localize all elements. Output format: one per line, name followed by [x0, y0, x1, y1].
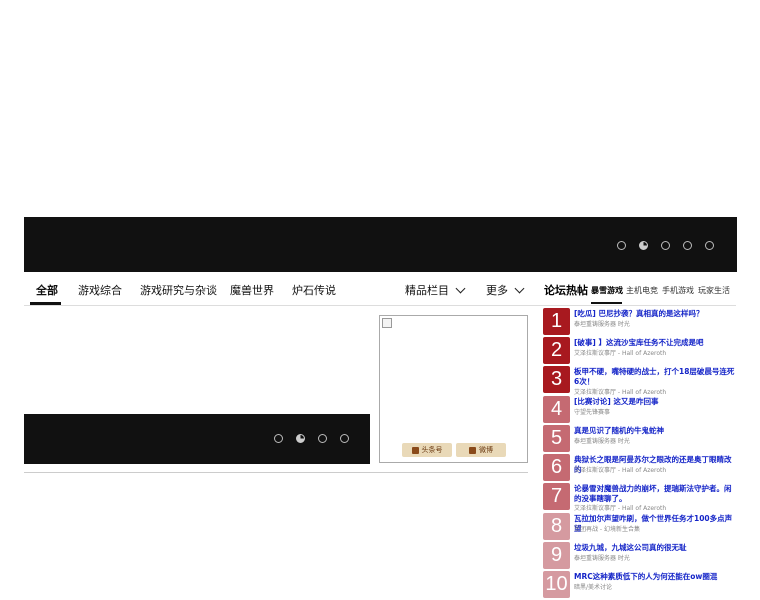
promo-box: 头条号 微博: [379, 315, 528, 463]
tab-blizzard-games[interactable]: 暴雪游戏: [591, 285, 623, 296]
forum-post[interactable]: 9 垃圾九城，九城这公司真的很无耻 泰坦重铸服务器 时光: [543, 542, 737, 570]
post-source: 艾泽拉斯议事厅 - Hall of Azeroth: [574, 350, 667, 357]
banner-dot[interactable]: [617, 241, 626, 250]
forum-post[interactable]: 2 [破事] 】这流沙宝库任务不让完成是吧 艾泽拉斯议事厅 - Hall of …: [543, 337, 737, 365]
weibo-icon: [469, 446, 476, 454]
post-title[interactable]: [比赛讨论] 这又是咋回事: [574, 397, 737, 407]
tab-mobile-games[interactable]: 手机游戏: [662, 285, 694, 296]
top-banner[interactable]: [24, 217, 737, 272]
post-source: 泰坦重铸服务器 时光: [574, 438, 630, 445]
tab-console-esports[interactable]: 主机电竞: [626, 285, 658, 296]
slider-dot[interactable]: [274, 434, 283, 443]
chevron-down-icon: [455, 283, 466, 294]
rank-badge: 2: [543, 337, 570, 364]
post-source: 艾泽拉斯议事厅 - Hall of Azeroth: [574, 505, 667, 512]
post-title[interactable]: 板甲不硬，嘴特硬的战士，打个18层破晨号连死6次！: [574, 367, 737, 387]
tab-all[interactable]: 全部: [36, 282, 58, 298]
rank-badge: 5: [543, 425, 570, 452]
forum-post[interactable]: 5 真是见识了随机的牛鬼蛇神 泰坦重铸服务器 时光: [543, 425, 737, 453]
banner-dot[interactable]: [683, 241, 692, 250]
rank-badge: 1: [543, 308, 570, 335]
forum-post[interactable]: 3 板甲不硬，嘴特硬的战士，打个18层破晨号连死6次！ 艾泽拉斯议事厅 - Ha…: [543, 366, 737, 396]
rank-badge: 8: [543, 513, 570, 540]
forum-header: 论坛热帖 暴雪游戏 主机电竞 手机游戏 玩家生活: [540, 272, 736, 306]
weibo-label: 微博: [479, 446, 493, 454]
featured-dropdown[interactable]: 精品栏目: [405, 282, 466, 298]
forum-post[interactable]: 7 论暴雪对魔兽战力的崩坏，提瑞斯法守护者。闲的没事瞎聊了。 艾泽拉斯议事厅 -…: [543, 483, 737, 512]
rank-badge: 10: [543, 571, 570, 598]
rank-badge: 6: [543, 454, 570, 481]
forum-title: 论坛热帖: [544, 284, 588, 297]
content-slider[interactable]: [24, 414, 370, 464]
tab-hearthstone[interactable]: 炉石传说: [292, 282, 336, 298]
rank-badge: 9: [543, 542, 570, 569]
forum-post[interactable]: 10 MRC这种素质低下的人为何还能在ow圈混 暗黑/美术讨论: [543, 571, 737, 599]
rank-badge: 3: [543, 366, 570, 393]
post-source: 军团再战 - 幻境新生合集: [574, 526, 640, 533]
category-nav: 全部 游戏综合 游戏研究与杂谈 魔兽世界 炉石传说 精品栏目 更多: [24, 272, 540, 306]
tab-player-life[interactable]: 玩家生活: [698, 285, 730, 296]
post-source: 守望先锋赛事: [574, 409, 611, 416]
rank-badge: 4: [543, 396, 570, 423]
post-title[interactable]: 论暴雪对魔兽战力的崩坏，提瑞斯法守护者。闲的没事瞎聊了。: [574, 484, 737, 504]
weibo-button[interactable]: 微博: [456, 443, 506, 457]
rank-badge: 7: [543, 483, 570, 510]
post-title[interactable]: 真是见识了随机的牛鬼蛇神: [574, 426, 737, 436]
broken-image-icon: [382, 318, 392, 328]
post-title[interactable]: MRC这种素质低下的人为何还能在ow圈混: [574, 572, 737, 582]
post-source: 艾泽拉斯议事厅 - Hall of Azeroth: [574, 389, 667, 396]
banner-dot[interactable]: [705, 241, 714, 250]
post-source: 泰坦重铸服务器 时光: [574, 555, 630, 562]
toutiao-button[interactable]: 头条号: [402, 443, 452, 457]
more-dropdown[interactable]: 更多: [486, 282, 525, 298]
banner-dot-active[interactable]: [639, 241, 648, 250]
slider-dot-active[interactable]: [296, 434, 305, 443]
toutiao-icon: [411, 446, 419, 454]
slider-pager: [274, 434, 349, 443]
toutiao-label: 头条号: [421, 446, 443, 454]
active-tab-underline: [30, 302, 61, 305]
slider-dot[interactable]: [318, 434, 327, 443]
featured-label: 精品栏目: [405, 284, 449, 297]
active-forum-tab-underline: [591, 302, 622, 304]
tab-game-general[interactable]: 游戏综合: [78, 282, 122, 298]
tab-game-research[interactable]: 游戏研究与杂谈: [140, 282, 217, 298]
post-title[interactable]: [吃瓜] 巴尼抄袭？真相真的是这样吗？: [574, 309, 737, 319]
forum-post[interactable]: 8 瓦拉加尔声望咋刷，做个世界任务才100多点声望 军团再战 - 幻境新生合集: [543, 513, 737, 541]
slider-dot[interactable]: [340, 434, 349, 443]
post-source: 暗黑/美术讨论: [574, 584, 613, 591]
post-title[interactable]: [破事] 】这流沙宝库任务不让完成是吧: [574, 338, 737, 348]
banner-pager: [617, 241, 714, 250]
post-source: 泰坦重铸服务器 时光: [574, 321, 630, 328]
tab-warcraft[interactable]: 魔兽世界: [230, 282, 274, 298]
more-label: 更多: [486, 284, 508, 297]
forum-post[interactable]: 1 [吃瓜] 巴尼抄袭？真相真的是这样吗？ 泰坦重铸服务器 时光: [543, 308, 737, 336]
forum-post[interactable]: 6 典狱长之眼是阿曼苏尔之眼改的还是奥丁眼睛改的 艾泽拉斯议事厅 - Hall …: [543, 454, 737, 482]
chevron-down-icon: [514, 283, 525, 294]
post-title[interactable]: 垃圾九城，九城这公司真的很无耻: [574, 543, 737, 553]
post-source: 艾泽拉斯议事厅 - Hall of Azeroth: [574, 467, 667, 474]
section-divider: [24, 472, 528, 473]
forum-post[interactable]: 4 [比赛讨论] 这又是咋回事 守望先锋赛事: [543, 396, 737, 424]
banner-dot[interactable]: [661, 241, 670, 250]
